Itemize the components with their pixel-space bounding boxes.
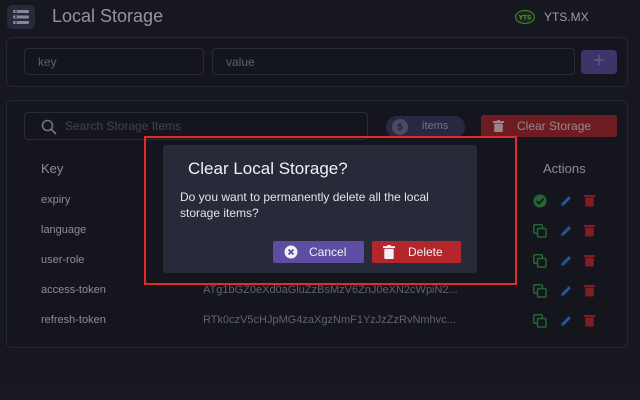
dialog-message: Do you want to permanently delete all th… [180, 190, 429, 220]
confirm-clear-dialog: Clear Local Storage? Do you want to perm… [163, 145, 477, 273]
delete-button[interactable]: Delete [372, 241, 461, 263]
cancel-label: Cancel [309, 245, 347, 259]
delete-label: Delete [408, 245, 443, 259]
close-circle-icon [284, 245, 298, 259]
cancel-button[interactable]: Cancel [273, 241, 364, 263]
trash-icon [383, 245, 395, 259]
dialog-title: Clear Local Storage? [188, 159, 348, 178]
